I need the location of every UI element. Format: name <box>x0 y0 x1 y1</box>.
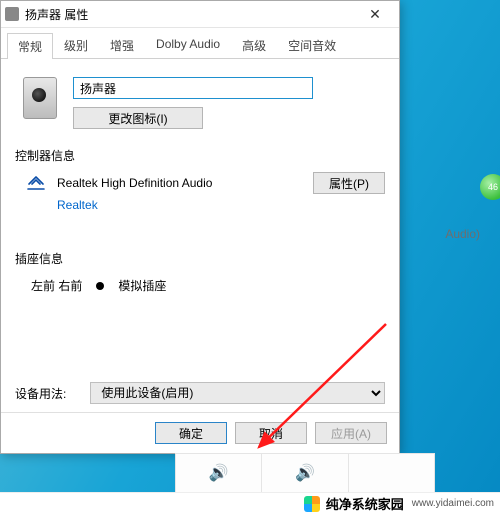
device-name-input[interactable] <box>73 77 313 99</box>
controller-section-title: 控制器信息 <box>15 147 385 164</box>
tab-levels[interactable]: 级别 <box>53 32 99 58</box>
ok-button[interactable]: 确定 <box>155 422 227 444</box>
background-audio-label: Audio) <box>445 227 480 241</box>
brand-url: www.yidaimei.com <box>412 498 494 509</box>
brand-logo-icon <box>304 496 320 512</box>
tab-general[interactable]: 常规 <box>7 33 53 59</box>
speaker-glyph-icon: 🔊 <box>209 463 229 483</box>
apply-button[interactable]: 应用(A) <box>315 422 387 444</box>
jack-section-title: 插座信息 <box>15 250 385 267</box>
jack-color-icon <box>96 282 104 290</box>
dialog-footer: 确定 取消 应用(A) <box>1 412 399 453</box>
battery-badge: 46 <box>480 174 500 200</box>
controller-provider: Realtek <box>57 198 385 212</box>
tab-spatial[interactable]: 空间音效 <box>277 32 347 58</box>
dialog-title: 扬声器 属性 <box>25 6 355 23</box>
tab-advanced[interactable]: 高级 <box>231 32 277 58</box>
dialog-body: 更改图标(I) 控制器信息 Realtek High Definition Au… <box>1 59 399 412</box>
device-icon <box>23 77 57 119</box>
device-usage-label: 设备用法: <box>15 385 66 402</box>
volume-panel[interactable]: 🔊 <box>175 453 262 493</box>
tabs: 常规 级别 增强 Dolby Audio 高级 空间音效 <box>1 28 399 59</box>
volume-panel[interactable] <box>349 453 435 493</box>
volume-panel[interactable]: 🔊 <box>262 453 348 493</box>
realtek-icon <box>25 174 47 192</box>
cancel-button[interactable]: 取消 <box>235 422 307 444</box>
device-usage-select[interactable]: 使用此设备(启用) <box>90 382 385 404</box>
change-icon-button[interactable]: 更改图标(I) <box>73 107 203 129</box>
titlebar: 扬声器 属性 ✕ <box>1 1 399 28</box>
jack-type: 模拟插座 <box>118 277 166 294</box>
speaker-icon <box>5 7 19 21</box>
controller-properties-button[interactable]: 属性(P) <box>313 172 385 194</box>
speakers-properties-dialog: 扬声器 属性 ✕ 常规 级别 增强 Dolby Audio 高级 空间音效 更改… <box>0 0 400 454</box>
jack-channels: 左前 右前 <box>31 277 82 294</box>
tab-enhancements[interactable]: 增强 <box>99 32 145 58</box>
speaker-glyph-icon: 🔊 <box>295 463 315 483</box>
close-button[interactable]: ✕ <box>355 6 395 23</box>
watermark-bar: 纯净系统家园 www.yidaimei.com <box>0 492 500 514</box>
brand-name: 纯净系统家园 <box>326 494 404 513</box>
controller-name: Realtek High Definition Audio <box>57 176 303 190</box>
tab-dolby[interactable]: Dolby Audio <box>145 32 231 58</box>
volume-panels: 🔊 🔊 <box>175 453 435 493</box>
